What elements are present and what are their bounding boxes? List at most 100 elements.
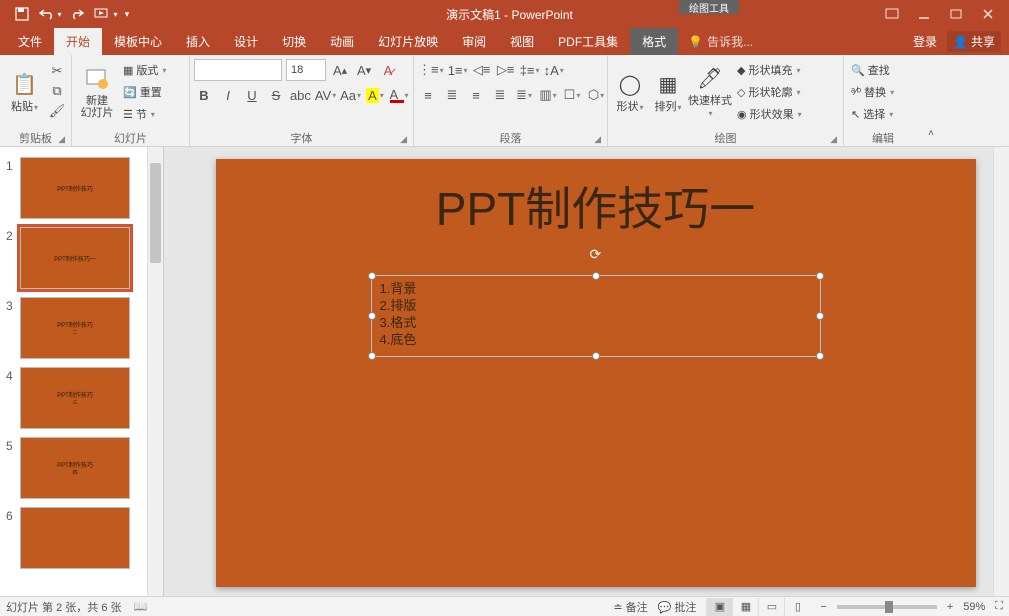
bullets-button[interactable]: ⋮≡▾: [418, 60, 444, 80]
launcher-icon[interactable]: ◢: [58, 134, 65, 145]
textbox-content[interactable]: 1.背景2.排版3.格式4.底色: [372, 276, 820, 352]
resize-handle[interactable]: [368, 352, 376, 360]
canvas-scrollbar[interactable]: [993, 147, 1009, 596]
tab-format[interactable]: 格式: [630, 28, 678, 55]
tab-transition[interactable]: 切换: [270, 28, 318, 55]
slideshow-view-button[interactable]: ▯: [784, 598, 810, 616]
arrange-button[interactable]: ▦排列▾: [650, 59, 686, 125]
new-slide-button[interactable]: 新建 幻灯片: [76, 59, 118, 125]
distributed-button[interactable]: ≣▾: [514, 85, 534, 105]
tab-view[interactable]: 视图: [498, 28, 546, 55]
launcher-icon[interactable]: ◢: [830, 134, 837, 145]
cut-button[interactable]: ✂: [47, 61, 67, 81]
minimize-icon[interactable]: [917, 7, 931, 21]
slide-thumbnail[interactable]: [20, 507, 130, 569]
clear-formatting-button[interactable]: A̷: [378, 60, 398, 80]
layout-button[interactable]: ▦版式▾: [120, 59, 169, 81]
slide[interactable]: PPT制作技巧一 ⟳ 1.背景2.排版3.格式4.底色: [216, 159, 976, 587]
font-color-button[interactable]: A▾: [389, 85, 409, 105]
resize-handle[interactable]: [368, 312, 376, 320]
reading-view-button[interactable]: ▭: [758, 598, 784, 616]
tab-design[interactable]: 设计: [222, 28, 270, 55]
start-from-beginning-icon[interactable]: ▾: [92, 0, 120, 28]
spellcheck-icon[interactable]: 📖: [134, 600, 148, 613]
columns-button[interactable]: ▥▾: [538, 85, 558, 105]
zoom-out-button[interactable]: −: [820, 601, 826, 613]
italic-button[interactable]: I: [218, 85, 238, 105]
increase-indent-button[interactable]: ▷≡: [496, 60, 516, 80]
slide-thumbnail[interactable]: PPT制作技巧四: [20, 437, 130, 499]
redo-icon[interactable]: [64, 0, 92, 28]
font-size-input[interactable]: 18: [286, 59, 326, 81]
slide-title[interactable]: PPT制作技巧一: [216, 173, 976, 239]
close-icon[interactable]: [981, 7, 995, 21]
shapes-button[interactable]: ◯形状▾: [612, 59, 648, 125]
bold-button[interactable]: B: [194, 85, 214, 105]
content-textbox[interactable]: ⟳ 1.背景2.排版3.格式4.底色: [371, 275, 821, 357]
resize-handle[interactable]: [592, 352, 600, 360]
resize-handle[interactable]: [368, 272, 376, 280]
normal-view-button[interactable]: ▣: [706, 598, 732, 616]
zoom-level[interactable]: 59%: [963, 601, 985, 613]
replace-button[interactable]: ᵃ⁄ᵇ替换▾: [848, 81, 897, 103]
strikethrough-button[interactable]: S: [266, 85, 286, 105]
align-left-button[interactable]: ≡: [418, 85, 438, 105]
resize-handle[interactable]: [592, 272, 600, 280]
section-button[interactable]: ☰节▾: [120, 103, 169, 125]
reset-button[interactable]: 🔄重置: [120, 81, 169, 103]
resize-handle[interactable]: [816, 272, 824, 280]
quick-styles-button[interactable]: 🖊快速样式▾: [688, 59, 732, 125]
ribbon-display-icon[interactable]: [885, 7, 899, 21]
resize-handle[interactable]: [816, 352, 824, 360]
save-icon[interactable]: [8, 0, 36, 28]
copy-button[interactable]: ⧉: [47, 81, 67, 101]
smartart-button[interactable]: ⬡▾: [586, 85, 606, 105]
change-case-button[interactable]: Aa▾: [340, 85, 361, 105]
shape-outline-button[interactable]: ◇形状轮廓▾: [734, 81, 805, 103]
maximize-icon[interactable]: [949, 7, 963, 21]
tab-animation[interactable]: 动画: [318, 28, 366, 55]
login-link[interactable]: 登录: [913, 33, 937, 50]
highlight-button[interactable]: A▾: [365, 85, 385, 105]
slide-thumbnail[interactable]: PPT制作技巧: [20, 157, 130, 219]
sorter-view-button[interactable]: ▦: [732, 598, 758, 616]
collapse-ribbon-button[interactable]: ˄: [921, 123, 941, 143]
shadow-button[interactable]: abc: [290, 85, 311, 105]
fit-to-window-button[interactable]: ⛶: [995, 600, 1003, 613]
comments-button[interactable]: 💬 批注: [658, 599, 697, 615]
increase-font-button[interactable]: A▴: [330, 60, 350, 80]
zoom-slider[interactable]: [837, 605, 937, 609]
thumbnails-scrollbar[interactable]: [147, 147, 163, 596]
find-button[interactable]: 🔍查找: [848, 59, 897, 81]
tab-file[interactable]: 文件: [6, 28, 54, 55]
tab-home[interactable]: 开始: [54, 28, 102, 55]
tab-pdf[interactable]: PDF工具集: [546, 28, 630, 55]
format-painter-button[interactable]: 🖌: [47, 101, 67, 121]
launcher-icon[interactable]: ◢: [400, 134, 407, 145]
underline-button[interactable]: U: [242, 85, 262, 105]
tab-template[interactable]: 模板中心: [102, 28, 174, 55]
text-direction-button[interactable]: ↕A▾: [544, 60, 564, 80]
char-spacing-button[interactable]: AV▾: [315, 85, 336, 105]
decrease-font-button[interactable]: A▾: [354, 60, 374, 80]
launcher-icon[interactable]: ◢: [594, 134, 601, 145]
shape-fill-button[interactable]: ◆形状填充▾: [734, 59, 805, 81]
numbering-button[interactable]: 1≡▾: [448, 60, 468, 80]
align-text-button[interactable]: ☐▾: [562, 85, 582, 105]
qat-customize-icon[interactable]: ▾: [120, 0, 134, 28]
resize-handle[interactable]: [816, 312, 824, 320]
align-right-button[interactable]: ≡: [466, 85, 486, 105]
justify-button[interactable]: ≣: [490, 85, 510, 105]
tell-me-search[interactable]: 💡 告诉我...: [688, 33, 753, 50]
decrease-indent-button[interactable]: ◁≡: [472, 60, 492, 80]
align-center-button[interactable]: ≣: [442, 85, 462, 105]
rotate-handle[interactable]: ⟳: [590, 246, 602, 258]
slide-thumbnail[interactable]: PPT制作技巧一: [20, 227, 130, 289]
share-button[interactable]: 👤共享: [947, 31, 1001, 52]
shape-effects-button[interactable]: ◉形状效果▾: [734, 103, 805, 125]
zoom-in-button[interactable]: +: [947, 601, 953, 613]
slide-thumbnail[interactable]: PPT制作技巧二: [20, 297, 130, 359]
select-button[interactable]: ↖选择▾: [848, 103, 897, 125]
slide-thumbnail[interactable]: PPT制作技巧三: [20, 367, 130, 429]
font-name-input[interactable]: [194, 59, 282, 81]
